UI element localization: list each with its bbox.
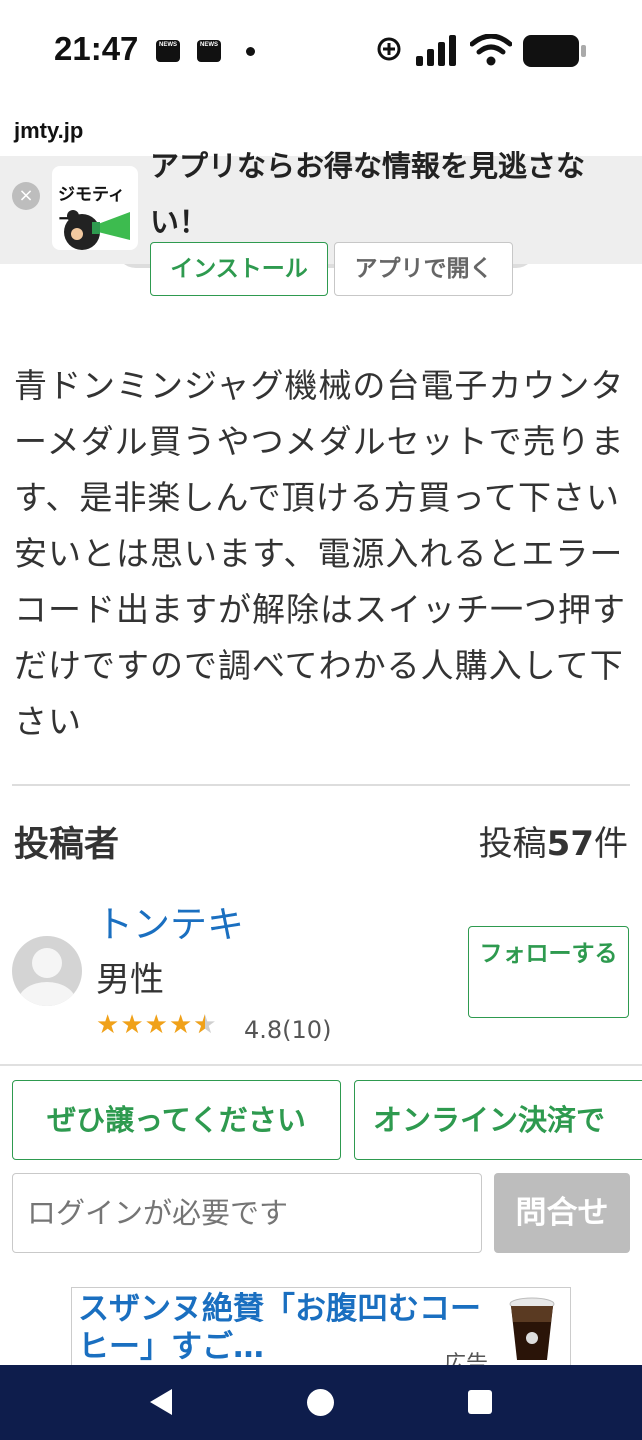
ad-banner[interactable]: スザンヌ絶賛「お腹凹むコーヒー」すご… 広告 (71, 1287, 571, 1367)
action-panel-divider (0, 1064, 642, 1066)
avatar[interactable] (12, 936, 82, 1006)
ad-text: スザンヌ絶賛「お腹凹むコーヒー」すご… (78, 1291, 481, 1365)
notification-dot-icon (246, 47, 255, 56)
avatar-head (32, 948, 62, 978)
post-count-suffix: 件 (594, 824, 628, 864)
news-app-icon: NEWS (197, 40, 221, 62)
status-time: 21:47 (54, 30, 139, 67)
banner-close-button[interactable]: × (12, 182, 40, 210)
post-count-number: 57 (546, 824, 594, 864)
online-payment-button[interactable]: オンライン決済で (354, 1080, 642, 1160)
rating-score: 4.8 (244, 1016, 283, 1044)
poster-heading: 投稿者 (14, 825, 120, 865)
request-item-button[interactable]: ぜひ譲ってください (12, 1080, 341, 1160)
star-icon: ★ (168, 1010, 194, 1040)
star-icon: ★ (96, 1010, 121, 1040)
post-count-prefix: 投稿 (478, 824, 547, 864)
rating-stars: ★★★★★ (96, 1010, 218, 1040)
star-icon: ★ (144, 1010, 169, 1040)
inquire-button[interactable]: 問合せ (494, 1173, 630, 1253)
poster-gender: 男性 (96, 960, 164, 1000)
app-install-banner: × ジモティー アプリならお得な情報を見逃さない！ インストール アプリで開く (0, 149, 642, 296)
post-count[interactable]: 投稿57件 (479, 816, 628, 865)
avatar-body (18, 982, 76, 1006)
mascot-icon (64, 210, 130, 250)
message-input[interactable] (12, 1173, 482, 1253)
poster-name-link[interactable]: トンテキ (96, 894, 244, 948)
rating-value[interactable]: 4.8(10) (244, 1016, 331, 1044)
home-icon[interactable] (307, 1389, 334, 1416)
data-saver-icon (377, 37, 401, 61)
ad-tag: 広告 (444, 1352, 489, 1367)
banner-message: アプリならお得な情報を見逃さない！ (150, 149, 586, 239)
recent-apps-icon[interactable] (468, 1390, 492, 1414)
follow-button[interactable]: フォローする (468, 926, 629, 1018)
signal-icon (416, 35, 456, 66)
listing-description: 青ドンミンジャグ機械の台電子カウンターメダル買うやつメダルセットで売ります、是非… (14, 366, 626, 741)
status-bar: 21:47 NEWS NEWS (0, 0, 642, 104)
coffee-cup-icon (509, 1297, 555, 1360)
star-icon: ★ (120, 1010, 145, 1040)
open-in-app-button[interactable]: アプリで開く (334, 242, 513, 296)
url-text: jmty.jp (14, 118, 84, 143)
system-nav-bar (0, 1365, 642, 1440)
wifi-icon (470, 34, 512, 66)
news-app-icon: NEWS (156, 40, 180, 62)
half-star-icon: ★ (193, 1010, 217, 1040)
section-divider (12, 784, 630, 786)
rating-count: (10) (282, 1016, 332, 1044)
back-icon[interactable] (148, 1387, 174, 1417)
install-button[interactable]: インストール (150, 242, 328, 296)
battery-icon (523, 35, 586, 67)
app-logo: ジモティー (52, 166, 138, 250)
